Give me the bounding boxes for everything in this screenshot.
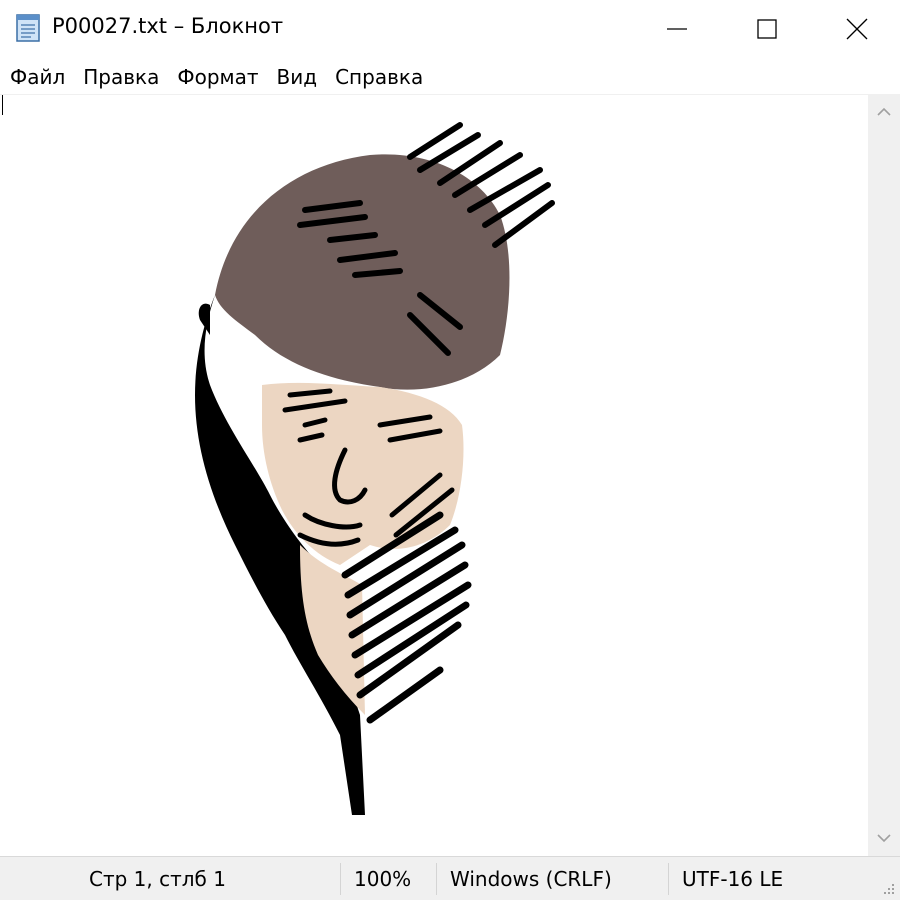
- minimize-button[interactable]: [632, 0, 722, 58]
- encoding: UTF-16 LE: [682, 867, 784, 891]
- maximize-button[interactable]: [722, 0, 812, 58]
- text-editor[interactable]: [0, 94, 868, 857]
- vertical-scrollbar[interactable]: [868, 94, 900, 856]
- close-icon: [846, 18, 868, 40]
- close-button[interactable]: [812, 0, 900, 58]
- menu-bar: Файл Правка Формат Вид Справка: [0, 58, 900, 94]
- scroll-down-button[interactable]: [868, 820, 900, 856]
- cursor-position: Стр 1, стлб 1: [89, 867, 226, 891]
- menu-edit[interactable]: Правка: [74, 58, 168, 94]
- status-bar: Стр 1, стлб 1 100% Windows (CRLF) UTF-16…: [0, 856, 900, 900]
- menu-file[interactable]: Файл: [0, 58, 74, 94]
- title-bar[interactable]: P00027.txt – Блокнот: [0, 0, 900, 58]
- resize-grip-icon[interactable]: [882, 882, 896, 896]
- scroll-up-button[interactable]: [868, 94, 900, 130]
- minimize-icon: [667, 28, 687, 30]
- zoom-level: 100%: [354, 867, 412, 891]
- menu-help[interactable]: Справка: [326, 58, 432, 94]
- maximize-icon: [757, 19, 777, 39]
- chevron-up-icon: [877, 107, 891, 116]
- line-endings: Windows (CRLF): [450, 867, 612, 891]
- chevron-down-icon: [877, 834, 891, 843]
- notepad-icon: [16, 14, 40, 42]
- ascii-art-portrait: [195, 122, 555, 815]
- menu-view[interactable]: Вид: [268, 58, 327, 94]
- menu-format[interactable]: Формат: [168, 58, 267, 94]
- window-title: P00027.txt – Блокнот: [52, 14, 284, 38]
